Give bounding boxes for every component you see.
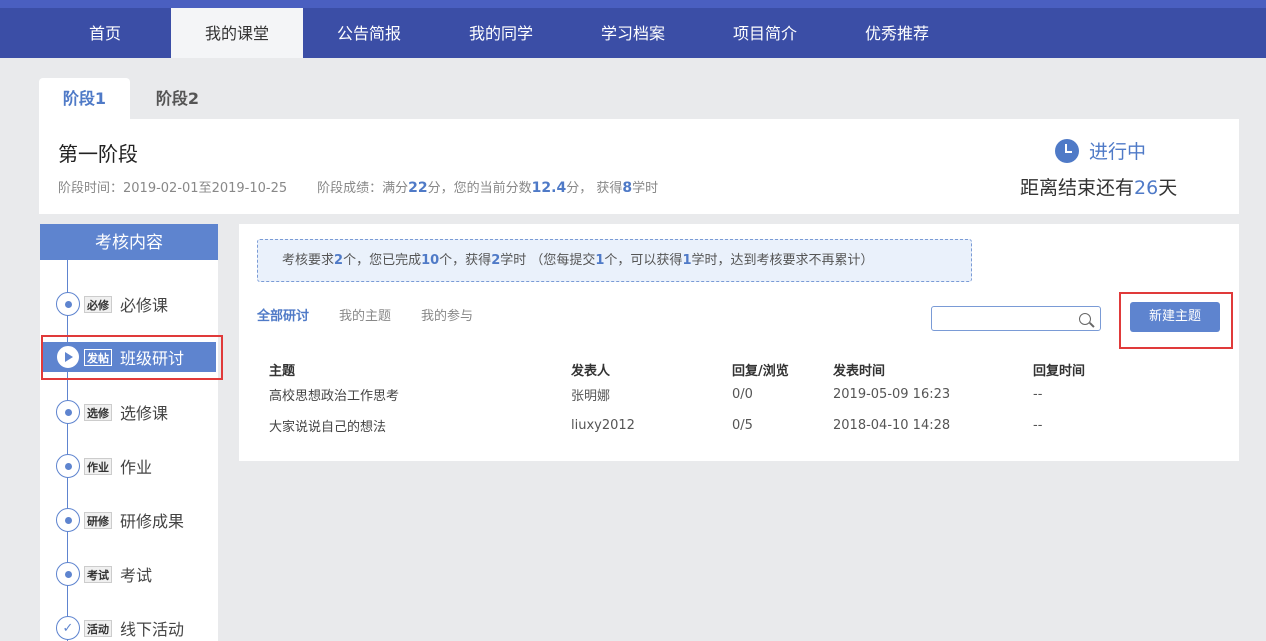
topic-link[interactable]: 大家说说自己的想法 <box>269 410 571 441</box>
status-text: 进行中 <box>1089 141 1147 163</box>
earned-hours: 8 <box>622 180 633 196</box>
nav-item-recommendations[interactable]: 优秀推荐 <box>831 8 963 58</box>
notice-text: 学时，达到考核要求不再累计） <box>691 253 874 268</box>
countdown-suffix: 天 <box>1158 177 1178 199</box>
tab-my-participation[interactable]: 我的参与 <box>421 305 473 324</box>
assessment-sidebar: 考核内容 必修 必修课 发帖 班级研讨 选修 选修课 作业 作业 研修 研修成果… <box>40 224 218 641</box>
notice-required-count: 2 <box>334 253 344 268</box>
stage-tabs: 阶段1 阶段2 <box>39 78 225 120</box>
notice-earned-hours: 2 <box>491 253 501 268</box>
sidebar-item-required-course[interactable]: 必修 必修课 <box>56 292 168 316</box>
notice-text: 考核要求 <box>282 253 335 268</box>
stage-time-value: 2019-02-01至2019-10-25 <box>123 181 288 196</box>
topic-link[interactable]: 高校思想政治工作思考 <box>269 379 571 410</box>
score-text-2: 分， 获得 <box>566 181 623 196</box>
nav-item-project-intro[interactable]: 项目简介 <box>699 8 831 58</box>
table-row: 大家说说自己的想法 liuxy2012 0/5 2018-04-10 14:28… <box>269 410 1133 441</box>
column-header-replies-views: 回复/浏览 <box>732 363 789 379</box>
status-badge: 进行中 <box>1055 137 1146 164</box>
sidebar-item-label: 作业 <box>120 458 153 477</box>
sidebar-item-tag: 活动 <box>84 619 112 637</box>
table-row: 高校思想政治工作思考 张明娜 0/0 2019-05-09 16:23 -- <box>269 379 1133 410</box>
circle-dot-icon <box>56 508 80 532</box>
highlight-box-new-topic <box>1119 292 1233 349</box>
circle-dot-icon <box>56 400 80 424</box>
sidebar-item-tag: 研修 <box>84 511 112 529</box>
nav-item-classmates[interactable]: 我的同学 <box>435 8 567 58</box>
nav-item-home[interactable]: 首页 <box>39 8 171 58</box>
current-score: 12.4 <box>531 180 567 196</box>
search-icon[interactable] <box>1079 313 1091 325</box>
score-text: 分，您的当前分数 <box>427 181 532 196</box>
stage-meta: 阶段时间：2019-02-01至2019-10-25 阶段成绩：满分22分，您的当… <box>58 177 658 196</box>
sidebar-item-tag: 选修 <box>84 403 112 421</box>
sidebar-item-tag: 考试 <box>84 565 112 583</box>
discussion-filter-tabs: 全部研讨 我的主题 我的参与 <box>257 305 503 324</box>
stage-time-label: 阶段时间： <box>58 181 124 196</box>
author-cell: liuxy2012 <box>571 418 635 433</box>
search-input[interactable] <box>931 306 1101 331</box>
full-score: 22 <box>408 180 428 196</box>
sidebar-item-homework[interactable]: 作业 作业 <box>56 454 152 478</box>
sidebar-item-elective-course[interactable]: 选修 选修课 <box>56 400 168 424</box>
stage-title: 第一阶段 <box>58 142 138 166</box>
circle-dot-icon <box>56 454 80 478</box>
column-header-reply-time: 回复时间 <box>1033 363 1086 379</box>
notice-text: 个，可以获得 <box>604 253 683 268</box>
sidebar-item-label: 选修课 <box>120 404 169 423</box>
requirement-notice: 考核要求2个，您已完成10个，获得2学时 （您每提交1个，可以获得1学时，达到考… <box>257 239 972 282</box>
replies-views-cell: 0/5 <box>732 418 753 433</box>
sidebar-item-tag: 必修 <box>84 295 112 313</box>
tab-my-topics[interactable]: 我的主题 <box>339 305 391 324</box>
nav-item-announcements[interactable]: 公告简报 <box>303 8 435 58</box>
reply-time-cell: -- <box>1033 418 1043 433</box>
author-cell: 张明娜 <box>571 389 611 404</box>
tab-stage-1[interactable]: 阶段1 <box>39 78 130 120</box>
sidebar-item-label: 研修成果 <box>120 512 185 531</box>
highlight-box-sidebar <box>41 335 223 380</box>
top-navigation: 首页 我的课堂 公告简报 我的同学 学习档案 项目简介 优秀推荐 <box>0 0 1266 58</box>
check-icon: ✓ <box>56 616 80 640</box>
countdown: 距离结束还有26天 <box>1020 173 1177 200</box>
notice-done-count: 10 <box>421 253 440 268</box>
discussion-panel: 考核要求2个，您已完成10个，获得2学时 （您每提交1个，可以获得1学时，达到考… <box>239 224 1239 461</box>
score-label: 阶段成绩：满分 <box>317 181 409 196</box>
discussion-table: 主题 发表人 回复/浏览 发表时间 回复时间 高校思想政治工作思考 张明娜 0/… <box>269 359 1133 441</box>
sidebar-item-research-results[interactable]: 研修 研修成果 <box>56 508 184 532</box>
table-header-row: 主题 发表人 回复/浏览 发表时间 回复时间 <box>269 359 1133 379</box>
tab-all-discussions[interactable]: 全部研讨 <box>257 305 309 324</box>
sidebar-item-label: 考试 <box>120 566 153 585</box>
notice-text: 个，您已完成 <box>343 253 422 268</box>
post-time-cell: 2018-04-10 14:28 <box>833 418 951 433</box>
sidebar-item-exam[interactable]: 考试 考试 <box>56 562 152 586</box>
column-header-author: 发表人 <box>571 363 611 379</box>
notice-text: 学时 （您每提交 <box>500 253 596 268</box>
nav-item-my-classroom[interactable]: 我的课堂 <box>171 8 303 58</box>
circle-dot-icon <box>56 292 80 316</box>
reply-time-cell: -- <box>1033 387 1043 402</box>
countdown-prefix: 距离结束还有 <box>1020 177 1135 199</box>
sidebar-title: 考核内容 <box>40 224 218 260</box>
replies-views-cell: 0/0 <box>732 387 753 402</box>
circle-dot-icon <box>56 562 80 586</box>
hours-unit: 学时 <box>632 181 659 196</box>
post-time-cell: 2019-05-09 16:23 <box>833 387 951 402</box>
sidebar-item-label: 线下活动 <box>120 620 185 639</box>
tab-stage-2[interactable]: 阶段2 <box>130 78 225 120</box>
countdown-days: 26 <box>1134 177 1159 199</box>
column-header-topic: 主题 <box>269 363 296 379</box>
column-header-post-time: 发表时间 <box>833 363 886 379</box>
stage-info-panel: 第一阶段 阶段时间：2019-02-01至2019-10-25 阶段成绩：满分22… <box>39 119 1239 214</box>
sidebar-item-offline-activity[interactable]: ✓ 活动 线下活动 <box>56 616 184 640</box>
notice-text: 个，获得 <box>439 253 492 268</box>
nav-item-learning-records[interactable]: 学习档案 <box>567 8 699 58</box>
clock-icon <box>1055 138 1079 163</box>
sidebar-item-tag: 作业 <box>84 457 112 475</box>
sidebar-item-label: 必修课 <box>120 296 169 315</box>
